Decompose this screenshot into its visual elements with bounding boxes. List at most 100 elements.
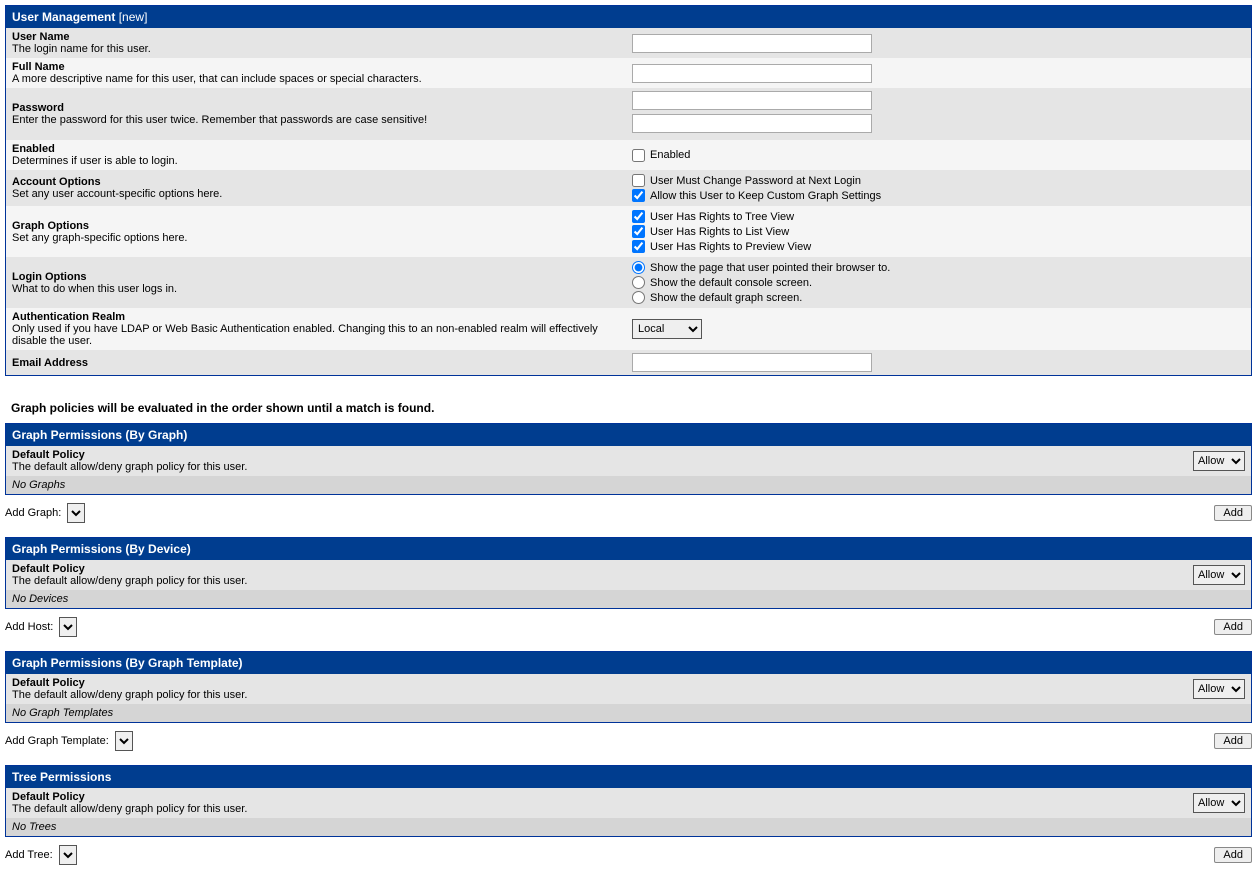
perm3-add-select[interactable] bbox=[115, 731, 133, 751]
password-title: Password bbox=[12, 102, 620, 114]
list-view-checkbox[interactable] bbox=[632, 225, 645, 238]
tree-permissions: Tree Permissions Default Policy The defa… bbox=[5, 765, 1252, 837]
keep-graph-settings-checkbox[interactable] bbox=[632, 189, 645, 202]
perm4-add-label: Add Tree: bbox=[5, 849, 53, 861]
perm1-add-label: Add Graph: bbox=[5, 507, 61, 519]
graph-permissions-by-device: Graph Permissions (By Device) Default Po… bbox=[5, 537, 1252, 609]
perm2-empty: No Devices bbox=[6, 590, 1251, 608]
enabled-title: Enabled bbox=[12, 143, 620, 155]
perm4-header: Tree Permissions bbox=[6, 766, 1251, 788]
perm2-add-select[interactable] bbox=[59, 617, 77, 637]
perm4-empty: No Trees bbox=[6, 818, 1251, 836]
perm4-add-row: Add Tree: Add bbox=[5, 841, 1252, 879]
enabled-cb-label: Enabled bbox=[650, 149, 690, 161]
password-input-1[interactable] bbox=[632, 91, 872, 110]
account-options-row: Account Options Set any user account-spe… bbox=[6, 170, 1251, 206]
perm1-add-button[interactable]: Add bbox=[1214, 505, 1252, 521]
preview-view-checkbox[interactable] bbox=[632, 240, 645, 253]
login-console-radio[interactable] bbox=[632, 276, 645, 289]
enabled-label: Enabled Determines if user is able to lo… bbox=[6, 140, 626, 170]
fullname-desc: A more descriptive name for this user, t… bbox=[12, 73, 620, 85]
username-title: User Name bbox=[12, 31, 620, 43]
perm1-policy-desc: The default allow/deny graph policy for … bbox=[12, 461, 1193, 473]
email-title: Email Address bbox=[12, 357, 620, 369]
login-graph-label: Show the default graph screen. bbox=[650, 292, 802, 304]
login-last-page-radio[interactable] bbox=[632, 261, 645, 274]
perm4-policy-select[interactable]: Allow bbox=[1193, 793, 1245, 813]
email-label: Email Address bbox=[6, 354, 626, 372]
perm3-header: Graph Permissions (By Graph Template) bbox=[6, 652, 1251, 674]
login-graph-radio[interactable] bbox=[632, 291, 645, 304]
keep-graph-settings-label: Allow this User to Keep Custom Graph Set… bbox=[650, 190, 881, 202]
auth-realm-row: Authentication Realm Only used if you ha… bbox=[6, 308, 1251, 350]
perm3-policy-title: Default Policy bbox=[12, 677, 1193, 689]
email-input[interactable] bbox=[632, 353, 872, 372]
username-desc: The login name for this user. bbox=[12, 43, 620, 55]
graph-options-label: Graph Options Set any graph-specific opt… bbox=[6, 217, 626, 247]
password-row: Password Enter the password for this use… bbox=[6, 88, 1251, 140]
login-options-desc: What to do when this user logs in. bbox=[12, 283, 620, 295]
account-options-label: Account Options Set any user account-spe… bbox=[6, 173, 626, 203]
perm1-add-row: Add Graph: Add bbox=[5, 499, 1252, 537]
perm4-add-select[interactable] bbox=[59, 845, 77, 865]
perm4-policy-desc: The default allow/deny graph policy for … bbox=[12, 803, 1193, 815]
enabled-checkbox[interactable] bbox=[632, 149, 645, 162]
perm2-header: Graph Permissions (By Device) bbox=[6, 538, 1251, 560]
perm1-policy-title: Default Policy bbox=[12, 449, 1193, 461]
user-management-section: User Management [new] User Name The logi… bbox=[5, 5, 1252, 376]
perm2-policy-select[interactable]: Allow bbox=[1193, 565, 1245, 585]
password-input-2[interactable] bbox=[632, 114, 872, 133]
fullname-label: Full Name A more descriptive name for th… bbox=[6, 58, 626, 88]
graph-options-desc: Set any graph-specific options here. bbox=[12, 232, 620, 244]
tree-view-checkbox[interactable] bbox=[632, 210, 645, 223]
login-console-label: Show the default console screen. bbox=[650, 277, 812, 289]
username-label: User Name The login name for this user. bbox=[6, 28, 626, 58]
preview-view-label: User Has Rights to Preview View bbox=[650, 241, 811, 253]
username-row: User Name The login name for this user. bbox=[6, 28, 1251, 58]
perm3-add-button[interactable]: Add bbox=[1214, 733, 1252, 749]
auth-realm-label: Authentication Realm Only used if you ha… bbox=[6, 308, 626, 350]
graph-options-title: Graph Options bbox=[12, 220, 620, 232]
perm2-add-row: Add Host: Add bbox=[5, 613, 1252, 651]
fullname-row: Full Name A more descriptive name for th… bbox=[6, 58, 1251, 88]
login-options-row: Login Options What to do when this user … bbox=[6, 257, 1251, 308]
perm4-default-policy-row: Default Policy The default allow/deny gr… bbox=[6, 788, 1251, 818]
auth-realm-select[interactable]: Local bbox=[632, 319, 702, 339]
perm3-policy-desc: The default allow/deny graph policy for … bbox=[12, 689, 1193, 701]
fullname-input[interactable] bbox=[632, 64, 872, 83]
graph-permissions-by-graph: Graph Permissions (By Graph) Default Pol… bbox=[5, 423, 1252, 495]
graph-permissions-by-template: Graph Permissions (By Graph Template) De… bbox=[5, 651, 1252, 723]
header-suffix: [new] bbox=[119, 10, 148, 24]
username-input[interactable] bbox=[632, 34, 872, 53]
perm3-default-policy-row: Default Policy The default allow/deny gr… bbox=[6, 674, 1251, 704]
perm1-default-policy-row: Default Policy The default allow/deny gr… bbox=[6, 446, 1251, 476]
account-options-title: Account Options bbox=[12, 176, 620, 188]
must-change-password-label: User Must Change Password at Next Login bbox=[650, 175, 861, 187]
perm3-add-row: Add Graph Template: Add bbox=[5, 727, 1252, 765]
perm1-header: Graph Permissions (By Graph) bbox=[6, 424, 1251, 446]
password-desc: Enter the password for this user twice. … bbox=[12, 114, 620, 126]
account-options-desc: Set any user account-specific options he… bbox=[12, 188, 620, 200]
perm4-add-button[interactable]: Add bbox=[1214, 847, 1252, 863]
perm3-empty: No Graph Templates bbox=[6, 704, 1251, 722]
perm1-add-select[interactable] bbox=[67, 503, 85, 523]
email-row: Email Address bbox=[6, 350, 1251, 375]
perm2-add-button[interactable]: Add bbox=[1214, 619, 1252, 635]
perm3-policy-select[interactable]: Allow bbox=[1193, 679, 1245, 699]
header-title: User Management bbox=[12, 10, 115, 24]
auth-realm-desc: Only used if you have LDAP or Web Basic … bbox=[12, 323, 620, 347]
perm3-add-label: Add Graph Template: bbox=[5, 735, 109, 747]
graph-options-row: Graph Options Set any graph-specific opt… bbox=[6, 206, 1251, 257]
tree-view-label: User Has Rights to Tree View bbox=[650, 211, 794, 223]
perm2-default-policy-row: Default Policy The default allow/deny gr… bbox=[6, 560, 1251, 590]
perm2-policy-desc: The default allow/deny graph policy for … bbox=[12, 575, 1193, 587]
perm4-policy-title: Default Policy bbox=[12, 791, 1193, 803]
perm2-policy-title: Default Policy bbox=[12, 563, 1193, 575]
auth-realm-title: Authentication Realm bbox=[12, 311, 620, 323]
perm1-policy-select[interactable]: Allow bbox=[1193, 451, 1245, 471]
password-label: Password Enter the password for this use… bbox=[6, 99, 626, 129]
enabled-desc: Determines if user is able to login. bbox=[12, 155, 620, 167]
enabled-row: Enabled Determines if user is able to lo… bbox=[6, 140, 1251, 170]
login-options-label: Login Options What to do when this user … bbox=[6, 268, 626, 298]
must-change-password-checkbox[interactable] bbox=[632, 174, 645, 187]
